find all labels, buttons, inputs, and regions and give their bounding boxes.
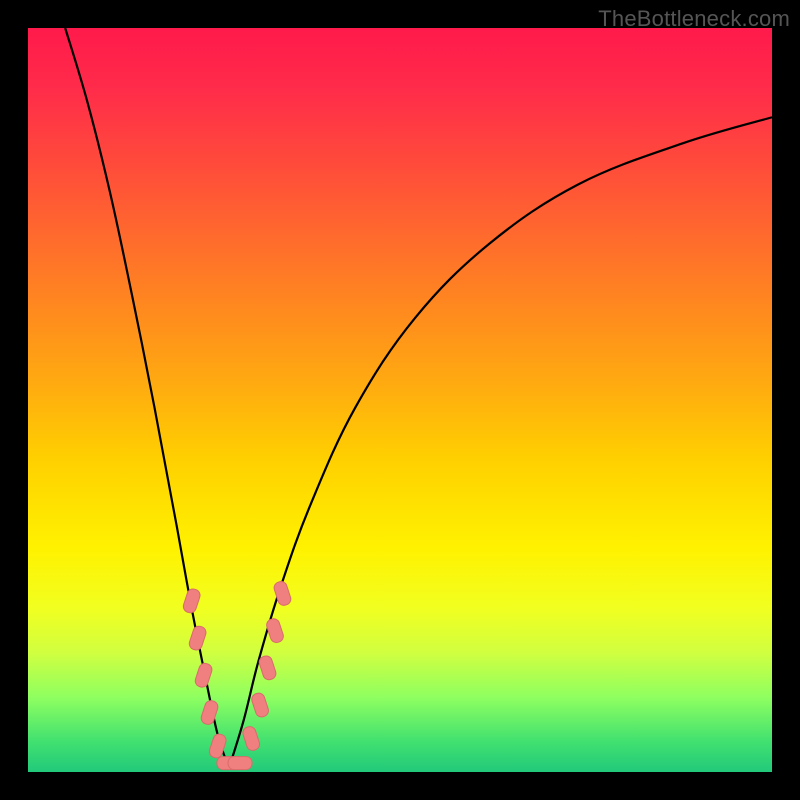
curve-left [65, 28, 229, 768]
curve-svg [28, 28, 772, 772]
plot-area [28, 28, 772, 772]
data-marker [188, 625, 208, 652]
chart-frame: TheBottleneck.com [0, 0, 800, 800]
data-marker [200, 699, 220, 726]
data-marker [265, 617, 285, 644]
data-marker [182, 587, 202, 614]
curve-right [229, 117, 772, 768]
data-marker [258, 654, 278, 681]
data-marker [250, 692, 270, 719]
data-marker [194, 662, 214, 689]
data-marker [228, 757, 252, 770]
data-marker [241, 725, 261, 752]
